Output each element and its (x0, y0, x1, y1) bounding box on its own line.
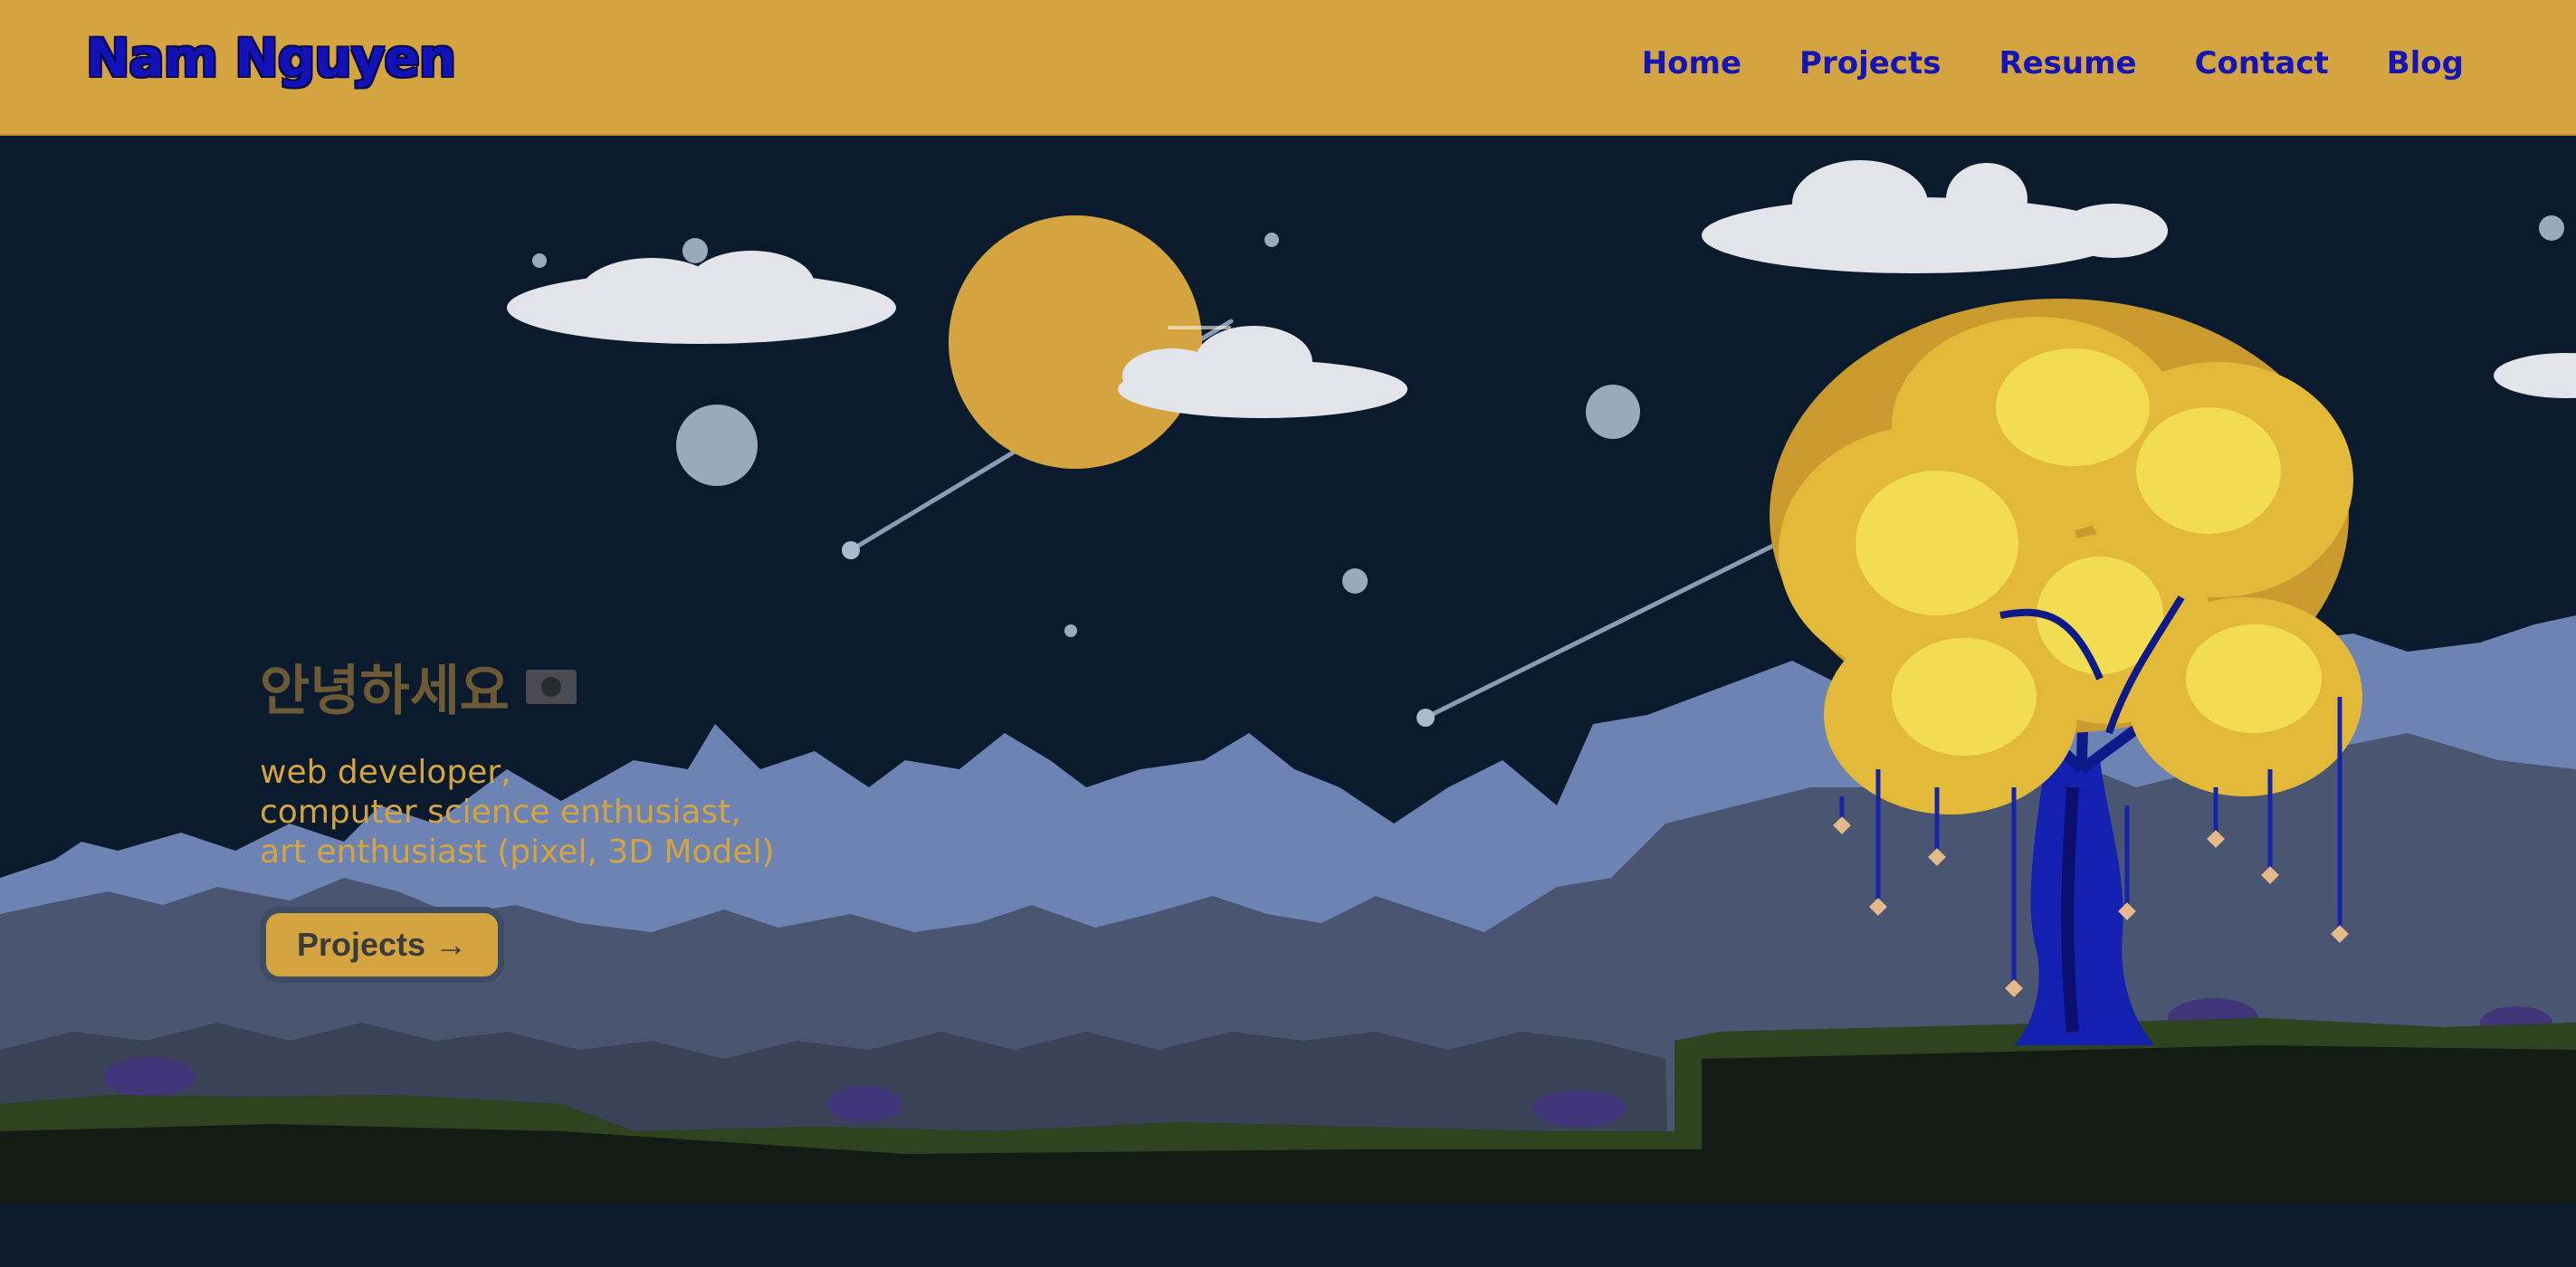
nav-home-link[interactable]: Home (1642, 45, 1741, 81)
top-navbar: Nam Nguyen Home Projects Resume Contact … (0, 0, 2576, 136)
small-planet (676, 405, 758, 486)
site-brand[interactable]: Nam Nguyen (86, 27, 456, 89)
nav-projects-link[interactable]: Projects (1799, 45, 1941, 81)
tagline-line: web developer, (260, 754, 511, 791)
tagline-line: computer science enthusiast, (260, 794, 741, 831)
moon (949, 215, 1202, 469)
nav-blog-link[interactable]: Blog (2387, 45, 2464, 81)
nav-contact-link[interactable]: Contact (2195, 45, 2329, 81)
nav-links: Home Projects Resume Contact Blog (1642, 45, 2464, 81)
hero-greeting: 안녕하세요 (260, 647, 775, 726)
nav-resume-link[interactable]: Resume (1999, 45, 2136, 81)
greeting-text: 안녕하세요 (260, 660, 510, 723)
hero-intro: 안녕하세요 web developer, computer science en… (260, 647, 775, 983)
projects-cta-button[interactable]: Projects → (260, 907, 505, 983)
tagline-line: art enthusiast (pixel, 3D Model) (260, 834, 775, 871)
pixel-art-scene: 안녕하세요 web developer, computer science en… (0, 136, 2576, 1267)
hero-tagline: web developer, computer science enthusia… (260, 753, 775, 872)
south-korea-flag-icon (526, 669, 577, 704)
